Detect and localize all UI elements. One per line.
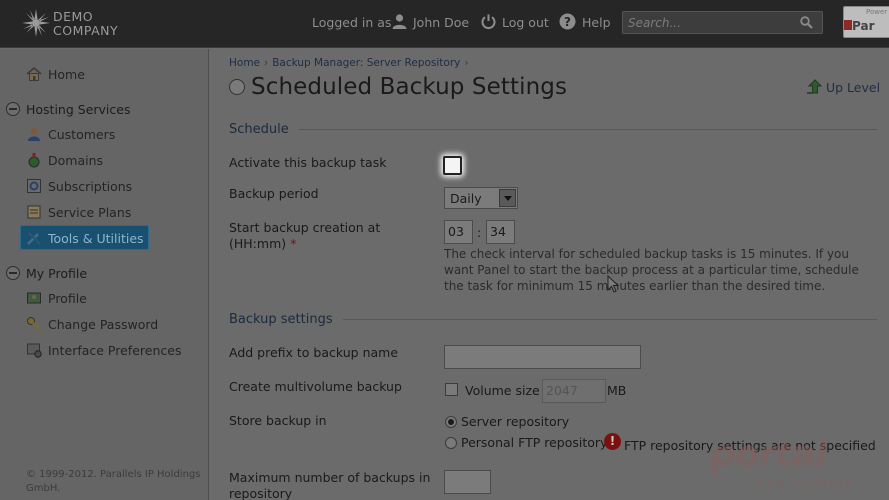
search-input[interactable] (628, 14, 793, 31)
volume-size-input[interactable]: 2047 (542, 379, 606, 403)
sidebar-group-my-profile[interactable]: My Profile (6, 264, 87, 282)
dropdown-arrow-icon[interactable] (499, 189, 516, 207)
store-backup-label: Store backup in (229, 413, 327, 428)
store-server-radio[interactable] (445, 416, 457, 428)
backup-period-label: Backup period (229, 186, 319, 201)
logout-link[interactable]: Log out (502, 15, 549, 30)
sidebar: Home Hosting Services Customers Domains … (0, 49, 209, 500)
search-box (622, 11, 823, 34)
max-backups-input[interactable] (444, 470, 491, 494)
up-level-link[interactable]: Up Level (806, 79, 880, 95)
backup-period-select[interactable]: Daily (444, 187, 518, 209)
sunburst-logo-icon (22, 9, 50, 37)
time-separator: : (477, 225, 482, 240)
mouse-cursor-icon (607, 275, 620, 293)
activate-task-checkbox[interactable] (443, 156, 462, 175)
volume-unit-label: MB (607, 383, 627, 398)
tools-wrench-icon (27, 232, 41, 245)
copyright-text: © 1999-2012. Parallels IP Holdings GmbH. (26, 469, 201, 494)
top-bar: DEMO COMPANY Logged in as John Doe Log o… (0, 0, 889, 48)
sidebar-item-interface-preferences[interactable]: Interface Preferences (26, 340, 181, 360)
sidebar-item-subscriptions[interactable]: Subscriptions (26, 176, 132, 196)
required-mark: * (290, 236, 297, 251)
section-schedule: Schedule (229, 119, 877, 139)
sidebar-item-customers[interactable]: Customers (26, 124, 115, 144)
section-schedule-heading: Schedule (229, 121, 289, 137)
up-arrow-icon (807, 79, 822, 94)
prefix-label: Add prefix to backup name (229, 345, 399, 360)
domain-globe-icon (28, 153, 40, 168)
sidebar-item-domains[interactable]: Domains (26, 150, 103, 170)
start-minute-input[interactable]: 34 (486, 220, 515, 244)
store-ftp-label: Personal FTP repository (461, 435, 608, 450)
home-icon (26, 67, 42, 81)
volume-size-checkbox[interactable] (445, 383, 458, 396)
multivolume-label: Create multivolume backup (229, 379, 402, 394)
sidebar-item-change-password[interactable]: Change Password (26, 314, 158, 334)
key-icon (27, 317, 41, 331)
section-divider (342, 318, 877, 320)
prefix-input[interactable] (444, 345, 641, 369)
user-name-link[interactable]: John Doe (413, 15, 469, 30)
page-status-icon (229, 79, 245, 95)
store-server-label: Server repository (461, 414, 570, 429)
logo-line1: DEMO (53, 9, 94, 24)
max-backups-label: Maximum number of backups in repository (229, 470, 431, 500)
company-logo[interactable]: DEMO COMPANY (22, 8, 142, 40)
store-ftp-radio[interactable] (445, 437, 457, 449)
subscription-icon (27, 179, 41, 193)
sidebar-item-service-plans[interactable]: Service Plans (26, 202, 131, 222)
section-backup-settings-heading: Backup settings (229, 311, 333, 327)
sidebar-item-tools-utilities[interactable]: Tools & Utilities (26, 228, 144, 248)
page-title: Scheduled Backup Settings (251, 74, 568, 100)
start-hour-input[interactable]: 03 (444, 220, 473, 244)
parallels-brand-badge[interactable]: Power Par (843, 6, 889, 38)
logo-line2: COMPANY (53, 23, 119, 38)
power-icon[interactable] (480, 13, 497, 30)
breadcrumb-home-link[interactable]: Home (229, 57, 260, 69)
profile-card-icon (27, 292, 41, 304)
schedule-help-text: The check interval for scheduled backup … (444, 247, 859, 293)
search-icon[interactable] (800, 16, 813, 29)
breadcrumb-backup-manager-link[interactable]: Backup Manager: Server Repository (272, 57, 460, 69)
help-link[interactable]: Help (582, 15, 611, 30)
collapse-toggle-icon[interactable] (6, 102, 20, 116)
error-icon: ! (604, 433, 621, 450)
volume-size-label: Volume size (465, 383, 540, 398)
brand-mark-icon (844, 20, 852, 30)
svg-text:?: ? (564, 15, 571, 29)
collapse-toggle-icon[interactable] (6, 266, 20, 280)
activate-task-label: Activate this backup task (229, 155, 387, 170)
breadcrumb: Home › Backup Manager: Server Repository › (229, 57, 469, 69)
portal-watermark-logo: portal web hosting (710, 434, 856, 491)
sidebar-item-home[interactable]: Home (26, 64, 85, 84)
logged-in-label: Logged in as (312, 15, 392, 30)
interface-settings-icon (27, 343, 42, 358)
user-icon (392, 14, 407, 29)
sidebar-group-hosting-services[interactable]: Hosting Services (6, 100, 130, 118)
service-plan-icon (27, 205, 41, 219)
help-icon[interactable]: ? (559, 13, 576, 30)
section-backup-settings: Backup settings (229, 309, 877, 329)
start-time-label: Start backup creation at (HH:mm) * (229, 220, 381, 251)
sidebar-item-profile[interactable]: Profile (26, 288, 87, 308)
page-title-row: Scheduled Backup Settings (229, 74, 567, 100)
section-divider (298, 128, 877, 130)
main-content: Home › Backup Manager: Server Repository › … (210, 49, 889, 500)
customer-icon (28, 127, 40, 141)
